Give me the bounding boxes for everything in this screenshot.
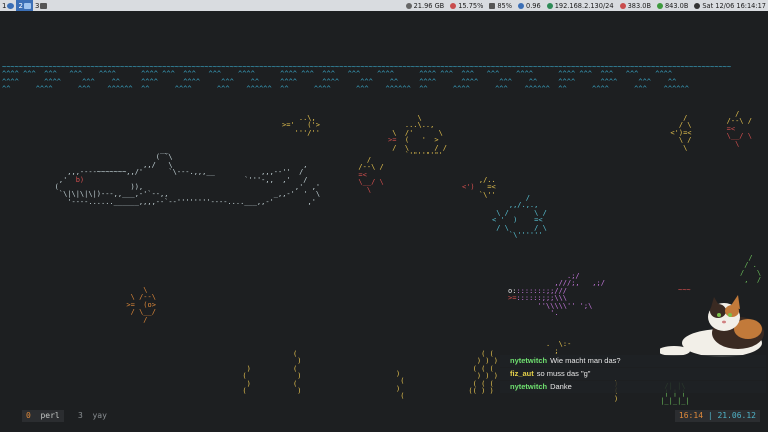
chat-message: nytetwitch Danke (500, 381, 766, 393)
workspace-3[interactable]: 3 (33, 0, 49, 11)
fish-small-4: / /--\ / =< \__/ \ \ (726, 110, 752, 148)
chat-text: Wie macht man das? (550, 356, 621, 365)
seaweed-cluster: ( ( ) ) ) ( ( ( ) ) ) ( ( ( (( ) ) (468, 350, 498, 396)
download-stat: 383.0B (619, 2, 651, 10)
upload-stat: 843.0B (656, 2, 688, 10)
clock-icon (694, 2, 701, 9)
seaweed-middle: ) ( ) ( (396, 370, 405, 401)
disk-stat: 21.96 GB (405, 2, 444, 10)
fish-big-1: \ ...\.., \ /' \ >= ( ' > / \ / / `'"''"… (388, 114, 448, 160)
seaweed-left: ( ) ) ( ( ) ) ( ( ) (242, 350, 302, 396)
load-stat: 0.96 (518, 2, 541, 10)
chat-overlay: nytetwitch Wie macht man das? fiz_aut so m… (500, 355, 766, 394)
disk-icon (405, 2, 412, 9)
chat-nick: fiz_aut (510, 369, 534, 378)
network-icon (546, 2, 553, 9)
chart-icon (518, 2, 525, 9)
speaker-icon (489, 2, 496, 9)
download-icon (619, 2, 626, 9)
fish-small-3: / / \ <')=< \ / \ (670, 114, 692, 152)
fish-medium-2: \ \ /--\ >= (o> / \__/ / (126, 286, 156, 324)
chat-message: nytetwitch Wie macht man das? (500, 355, 766, 367)
fish-striped: .;/ ,///;, ,;/ o::::::::;;/// >=::::::;;… (508, 272, 605, 318)
fish-small-1: ..\, >=' ('> '''/'' (282, 114, 320, 137)
terminal-window[interactable]: ~~~~~~~~~~~~~~~~~~~~~~~~~~~~~~~~~~~~~~~~… (0, 11, 768, 432)
clock-stat[interactable]: Sat 12/06 16:14:17 (694, 2, 766, 10)
tmux-window-yay[interactable]: 3 yay (74, 410, 111, 422)
window-icon (40, 2, 48, 9)
network-stat: 192.168.2.130/24 (546, 2, 614, 10)
desktop-icon (23, 2, 31, 9)
tmux-status-bar: 0 perl 3 yay 16:14 | 21.06.12 (22, 410, 760, 422)
chat-nick: nytetwitch (510, 356, 548, 365)
terminal-icon (7, 2, 15, 9)
tmux-window-perl[interactable]: 0 perl (22, 410, 64, 422)
cpu-stat: 15.75% (450, 2, 483, 10)
chat-message: fiz_aut so muss das "g" (500, 368, 766, 380)
chat-nick: nytetwitch (510, 382, 548, 391)
top-status-bar: 1 2 3 21.96 GB 15.75% 85% 0.96 192.168.2… (0, 0, 768, 11)
shark-ascii: __ ( `\ ,,/ \ , ,,,----~~~~~~~,,/' `\---… (54, 146, 321, 206)
workspace-1[interactable]: 1 (0, 0, 16, 11)
system-status: 21.96 GB 15.75% 85% 0.96 192.168.2.130/2… (405, 0, 766, 11)
webcam-cat-overlay (660, 293, 768, 359)
volume-stat[interactable]: 85% (489, 2, 512, 10)
tmux-clock: 16:14 | 21.06.12 (674, 410, 760, 422)
upload-icon (656, 2, 663, 9)
chat-text: so muss das "g" (536, 369, 591, 378)
fish-medium-1: / /--\ / =< \__/ \ \ (358, 156, 384, 194)
seaweed-top: . \:- ; (546, 340, 572, 356)
chat-text: Danke (550, 382, 572, 391)
cpu-icon (450, 2, 457, 9)
fish-big-2: / ,,/.,., \ / \ / < ' ) =< / \ / \ `\'''… (492, 194, 547, 240)
fish-small-2: ,/.. <') =< `\'' (462, 176, 496, 199)
water-surface: ~~~~~~~~~~~~~~~~~~~~~~~~~~~~~~~~~~~~~~~~… (2, 63, 732, 94)
workspace-2[interactable]: 2 (16, 0, 33, 11)
weed-right: / / . / \ , / (740, 254, 762, 285)
